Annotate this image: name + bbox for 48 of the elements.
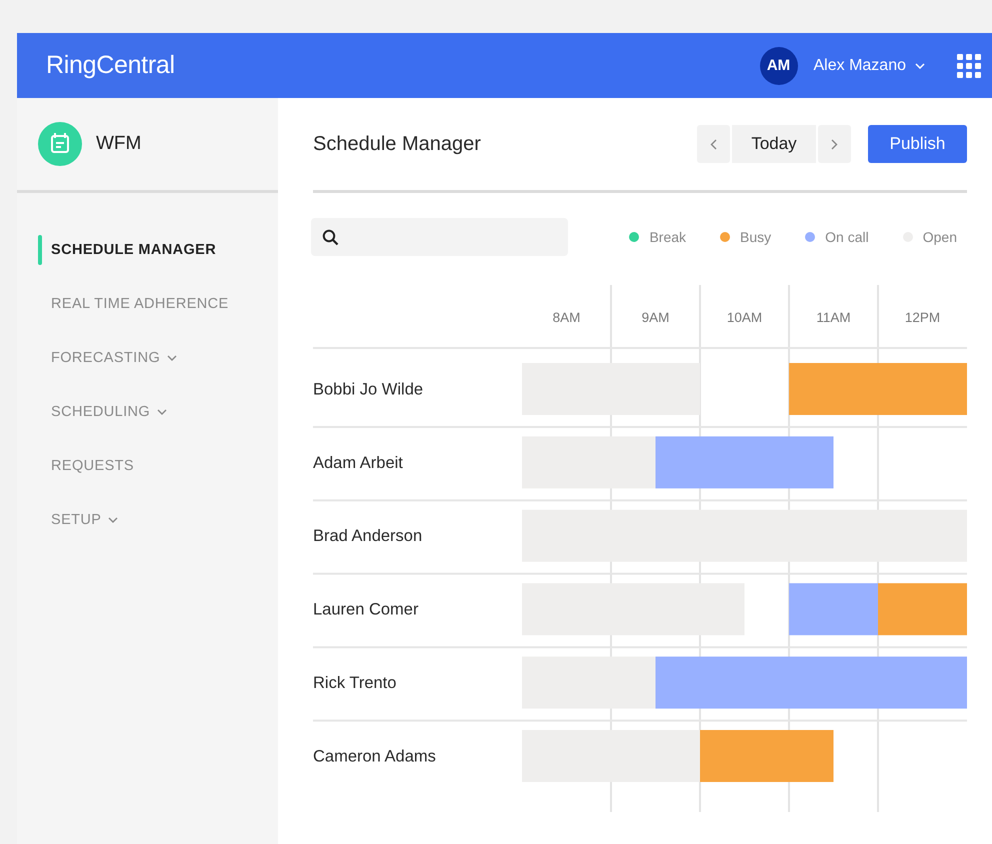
nav-item[interactable]: SCHEDULING (17, 385, 278, 439)
avatar[interactable]: AM (760, 46, 798, 84)
schedule-bar[interactable] (789, 363, 967, 415)
nav-item[interactable]: FORECASTING (17, 331, 278, 385)
chevron-down-icon (915, 62, 925, 68)
time-label: 11AM (816, 310, 851, 325)
schedule-bar[interactable] (656, 436, 834, 488)
previous-button[interactable] (697, 125, 730, 163)
employee-name: Adam Arbeit (313, 454, 403, 472)
schedule-bar[interactable] (700, 730, 834, 782)
employee-name: Brad Anderson (313, 527, 422, 546)
app-title: WFM (96, 133, 142, 155)
next-button[interactable] (818, 125, 851, 163)
chevron-left-icon (710, 138, 717, 150)
publish-button[interactable]: Publish (868, 125, 967, 163)
nav-item[interactable]: REAL TIME ADHERENCE (17, 277, 278, 331)
search-icon (322, 228, 339, 246)
legend-label: Busy (740, 229, 772, 245)
apps-grid-icon[interactable] (957, 54, 981, 78)
employee-name: Rick Trento (313, 674, 396, 692)
schedule-bar[interactable] (522, 510, 967, 562)
time-label: 9AM (642, 310, 670, 325)
time-label: 12PM (904, 310, 940, 325)
time-label: 10AM (726, 310, 762, 325)
legend-label: On call (825, 229, 869, 245)
schedule-bar[interactable] (656, 656, 967, 709)
employee-name: Bobbi Jo Wilde (313, 380, 424, 398)
schedule-bar[interactable] (522, 583, 744, 636)
search-field[interactable] (311, 218, 568, 256)
schedule-bar[interactable] (522, 730, 700, 782)
nav-item[interactable]: REQUESTS (17, 439, 278, 493)
legend-label: Break (649, 229, 686, 245)
legend-label: Open (922, 229, 957, 245)
schedule-bar[interactable] (522, 436, 656, 488)
chevron-right-icon (831, 138, 838, 150)
schedule-bar[interactable] (789, 583, 878, 636)
nav-item[interactable]: SCHEDULE MANAGER (17, 223, 278, 277)
employee-name: Cameron Adams (313, 747, 436, 766)
user-menu[interactable]: Alex Mazano (814, 56, 925, 74)
nav-item[interactable]: SETUP (17, 493, 278, 547)
schedule-bar[interactable] (522, 363, 700, 415)
employee-name: Lauren Comer (313, 600, 418, 619)
page-title: Schedule Manager (313, 132, 482, 156)
schedule-bar[interactable] (522, 656, 656, 709)
schedule-bar[interactable] (878, 583, 967, 636)
time-label: 8AM (552, 310, 580, 325)
calendar-icon (38, 122, 82, 166)
today-button[interactable]: Today (732, 125, 816, 163)
